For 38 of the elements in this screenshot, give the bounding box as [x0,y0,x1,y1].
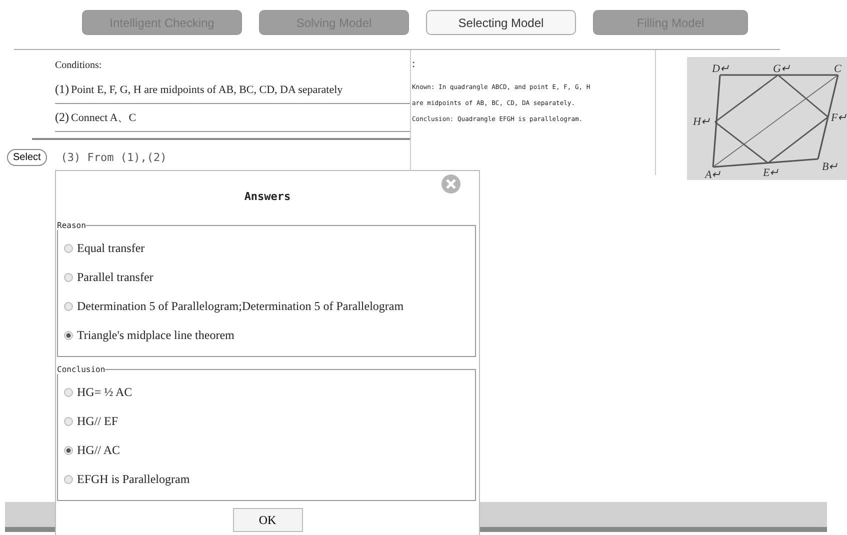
vertex-label: E↵ [763,167,779,179]
condition-number: (2) [55,110,69,125]
option-label: Determination 5 of Parallelogram;Determination 5 of Parallelogram [77,299,404,314]
radio-button[interactable] [64,388,73,397]
option-label: Parallel transfer [77,270,154,285]
close-icon[interactable] [441,174,461,194]
vertex-label: A↵ [705,169,721,180]
vertex-label: D↵ [712,63,729,75]
conditions-title: Conditions: [55,60,103,73]
radio-button[interactable] [64,302,73,311]
vertex-label: H↵ [693,116,710,128]
option-label: HG// AC [77,443,120,458]
colon-mark: : [412,58,416,72]
ok-button[interactable]: OK [232,508,302,532]
option-label: Equal transfer [77,241,145,256]
dialog-title: Answers [244,190,291,202]
tab[interactable]: Selecting Model [426,10,576,35]
select-button[interactable]: Select [7,149,47,166]
condition-text: Connect A、C [71,111,136,125]
radio-button[interactable] [64,331,73,340]
condition-number: (1) [55,82,69,97]
radio-button[interactable] [64,417,73,426]
step-text: (3) From (1),(2) [60,151,167,164]
vertex-label: C [834,63,842,75]
group-legend: Reason [57,221,86,230]
vertex-label: F↵ [831,112,847,124]
option-label: EFGH is Parallelogram [77,472,190,487]
option-label: Triangle's midplace line theorem [77,328,234,343]
radio-button[interactable] [64,244,73,253]
condition-text: Point E, F, G, H are midpoints of AB, BC, CD, DA separately [71,84,343,96]
option-label: HG= ½ AC [77,385,132,400]
radio-button[interactable] [64,475,73,484]
radio-button[interactable] [64,273,73,282]
vertex-label: G↵ [773,63,790,75]
option-label: HG// EF [77,414,118,429]
vertex-label: B↵ [822,161,838,173]
group-legend: Conclusion [57,365,106,374]
radio-button[interactable] [64,446,73,455]
